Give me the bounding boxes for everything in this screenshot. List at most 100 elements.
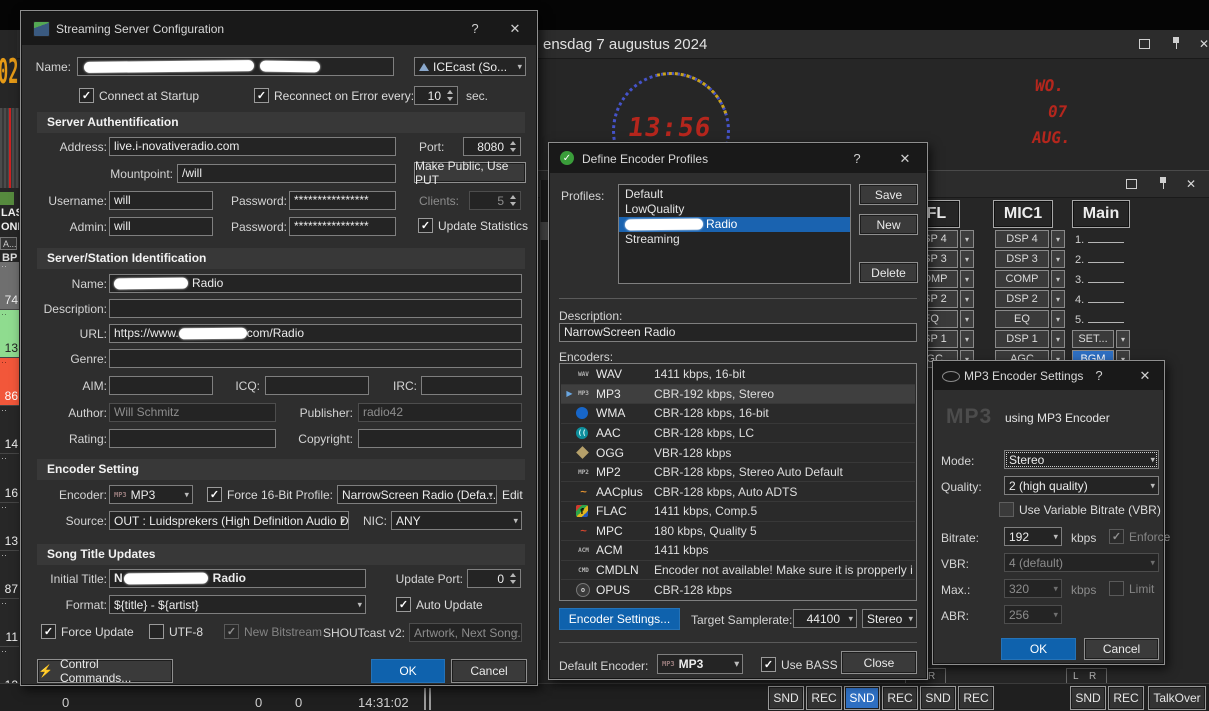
- new-button[interactable]: New: [859, 214, 918, 235]
- maximize-icon[interactable]: [1136, 37, 1152, 51]
- force-16bit-checkbox[interactable]: Force 16-Bit: [207, 487, 292, 502]
- mic1-dsp3-arrow[interactable]: [1051, 250, 1065, 268]
- samplerate-dropdown[interactable]: 44100: [793, 609, 857, 628]
- reconnect-checkbox[interactable]: Reconnect on Error every:: [254, 88, 414, 103]
- mic1-dsp2-arrow[interactable]: [1051, 290, 1065, 308]
- port-spinner[interactable]: 8080: [463, 137, 521, 156]
- profile-item[interactable]: Streaming: [619, 232, 850, 247]
- quality-dropdown[interactable]: 2 (high quality): [1004, 476, 1159, 495]
- nic-dropdown[interactable]: ANY: [391, 511, 522, 530]
- source-dropdown[interactable]: OUT : Luidsprekers (High Definition Audi…: [109, 511, 349, 530]
- address-input[interactable]: live.i-novativeradio.com: [109, 137, 396, 156]
- playlist-row[interactable]: ··14: [0, 406, 19, 454]
- aim-input[interactable]: [109, 376, 213, 395]
- close-icon[interactable]: ✕: [1196, 37, 1209, 51]
- channels-dropdown[interactable]: Stereo: [862, 609, 917, 628]
- delete-button[interactable]: Delete: [859, 262, 918, 283]
- cancel-button[interactable]: Cancel: [1084, 638, 1159, 660]
- help-icon[interactable]: ?: [1090, 368, 1108, 383]
- update-port-spinner[interactable]: 0: [467, 569, 521, 588]
- scrollbar-thumb[interactable]: [540, 222, 548, 240]
- description-input[interactable]: NarrowScreen Radio: [559, 323, 917, 342]
- publisher-input[interactable]: radio42: [358, 403, 522, 422]
- encoder-row[interactable]: WAVWAV1411 kbps, 16-bit: [561, 365, 915, 385]
- admin-password-input[interactable]: ****************: [289, 217, 396, 236]
- close-icon[interactable]: ✕: [1183, 177, 1199, 191]
- encoder-row[interactable]: OGGVBR-128 kbps: [561, 443, 915, 463]
- playlist-row[interactable]: ··74: [0, 262, 19, 310]
- url-input[interactable]: https://www.com/Radio: [109, 324, 522, 343]
- encoder-row[interactable]: CMDCMDLNEncoder not available! Make sure…: [561, 561, 915, 581]
- auto-update-checkbox[interactable]: Auto Update: [396, 597, 483, 612]
- save-button[interactable]: Save: [859, 184, 918, 205]
- mic1-dsp1-arrow[interactable]: [1051, 330, 1065, 348]
- spinner-arrows[interactable]: [445, 88, 455, 103]
- pfl-dsp1-arrow[interactable]: [960, 330, 974, 348]
- bitrate-dropdown[interactable]: 192: [1004, 527, 1062, 546]
- format-dropdown[interactable]: ${title} - ${artist}: [109, 595, 366, 614]
- initial-title-input[interactable]: NRadio: [109, 569, 366, 588]
- mic1-dsp3[interactable]: DSP 3: [995, 250, 1049, 268]
- main-set-arrow[interactable]: [1116, 330, 1130, 348]
- station-name-input[interactable]: Radio: [109, 274, 522, 293]
- description-input[interactable]: [109, 299, 522, 318]
- playlist-row[interactable]: ··11: [0, 599, 19, 647]
- mic1-comp-arrow[interactable]: [1051, 270, 1065, 288]
- mic1-eq-arrow[interactable]: [1051, 310, 1065, 328]
- maximize-icon[interactable]: [1123, 177, 1139, 191]
- pin-icon[interactable]: [1168, 36, 1184, 50]
- encoder-row[interactable]: oOPUSCBR-128 kbps: [561, 580, 915, 599]
- author-input[interactable]: Will Schmitz: [109, 403, 276, 422]
- make-public-button[interactable]: Make Public, Use PUT: [414, 162, 526, 183]
- main-slot-2[interactable]: 2.: [1075, 252, 1124, 266]
- profile-item-selected[interactable]: Radio: [619, 217, 850, 232]
- snd-button[interactable]: SND: [920, 686, 956, 710]
- pfl-comp-arrow[interactable]: [960, 270, 974, 288]
- irc-input[interactable]: [421, 376, 522, 395]
- name-input[interactable]: [77, 57, 394, 76]
- profile-item[interactable]: LowQuality: [619, 202, 850, 217]
- admin-input[interactable]: will: [109, 217, 213, 236]
- main-slot-5[interactable]: 5.: [1075, 312, 1124, 326]
- icq-input[interactable]: [265, 376, 369, 395]
- encoder-row[interactable]: MP2MP2CBR-128 kbps, Stereo Auto Default: [561, 463, 915, 483]
- profile-dropdown[interactable]: NarrowScreen Radio (Defa...: [337, 485, 497, 504]
- playlist-row[interactable]: ··13: [0, 503, 19, 551]
- encoder-row[interactable]: ~MPC180 kbps, Quality 5: [561, 522, 915, 542]
- encoder-row[interactable]: ((AACCBR-128 kbps, LC: [561, 424, 915, 444]
- pfl-eq-arrow[interactable]: [960, 310, 974, 328]
- spinner-arrows[interactable]: [508, 139, 518, 154]
- snd-button-active[interactable]: SND: [844, 686, 880, 710]
- playlist-row[interactable]: ··16: [0, 454, 19, 502]
- reconnect-interval-spinner[interactable]: 10: [414, 86, 458, 105]
- connect-at-startup-checkbox[interactable]: Connect at Startup: [79, 88, 199, 103]
- default-encoder-dropdown[interactable]: MP3MP3: [657, 654, 743, 674]
- talkover-button[interactable]: TalkOver: [1148, 686, 1206, 710]
- encoder-row[interactable]: ~AACplusCBR-128 kbps, Auto ADTS: [561, 482, 915, 502]
- edit-profile-link[interactable]: Edit: [502, 488, 523, 502]
- pfl-dsp3-arrow[interactable]: [960, 250, 974, 268]
- playlist-row[interactable]: ··86: [0, 358, 19, 406]
- username-input[interactable]: will: [109, 191, 213, 210]
- main-set-button[interactable]: SET...: [1072, 330, 1114, 348]
- encoder-row[interactable]: fFLAC1411 kbps, Comp.5: [561, 502, 915, 522]
- spinner-arrows[interactable]: [508, 571, 518, 586]
- pfl-dsp2-arrow[interactable]: [960, 290, 974, 308]
- pin-icon[interactable]: [1155, 176, 1171, 190]
- profile-item[interactable]: Default: [619, 187, 850, 202]
- mic1-eq[interactable]: EQ: [995, 310, 1049, 328]
- playlist-row[interactable]: ··13: [0, 310, 19, 358]
- snd-button[interactable]: SND: [768, 686, 804, 710]
- playlist-row[interactable]: ··87: [0, 551, 19, 599]
- encoder-row[interactable]: WMACBR-128 kbps, 16-bit: [561, 404, 915, 424]
- rec-button[interactable]: REC: [882, 686, 918, 710]
- rec-button[interactable]: REC: [1108, 686, 1144, 710]
- force-update-checkbox[interactable]: Force Update: [41, 624, 134, 639]
- mic1-dsp4-arrow[interactable]: [1051, 230, 1065, 248]
- mic1-dsp2[interactable]: DSP 2: [995, 290, 1049, 308]
- rating-input[interactable]: [109, 429, 276, 448]
- snd-button[interactable]: SND: [1070, 686, 1106, 710]
- main-slot-1[interactable]: 1.: [1075, 232, 1124, 246]
- update-statistics-checkbox[interactable]: Update Statistics: [418, 218, 528, 233]
- ok-button[interactable]: OK: [1001, 638, 1076, 660]
